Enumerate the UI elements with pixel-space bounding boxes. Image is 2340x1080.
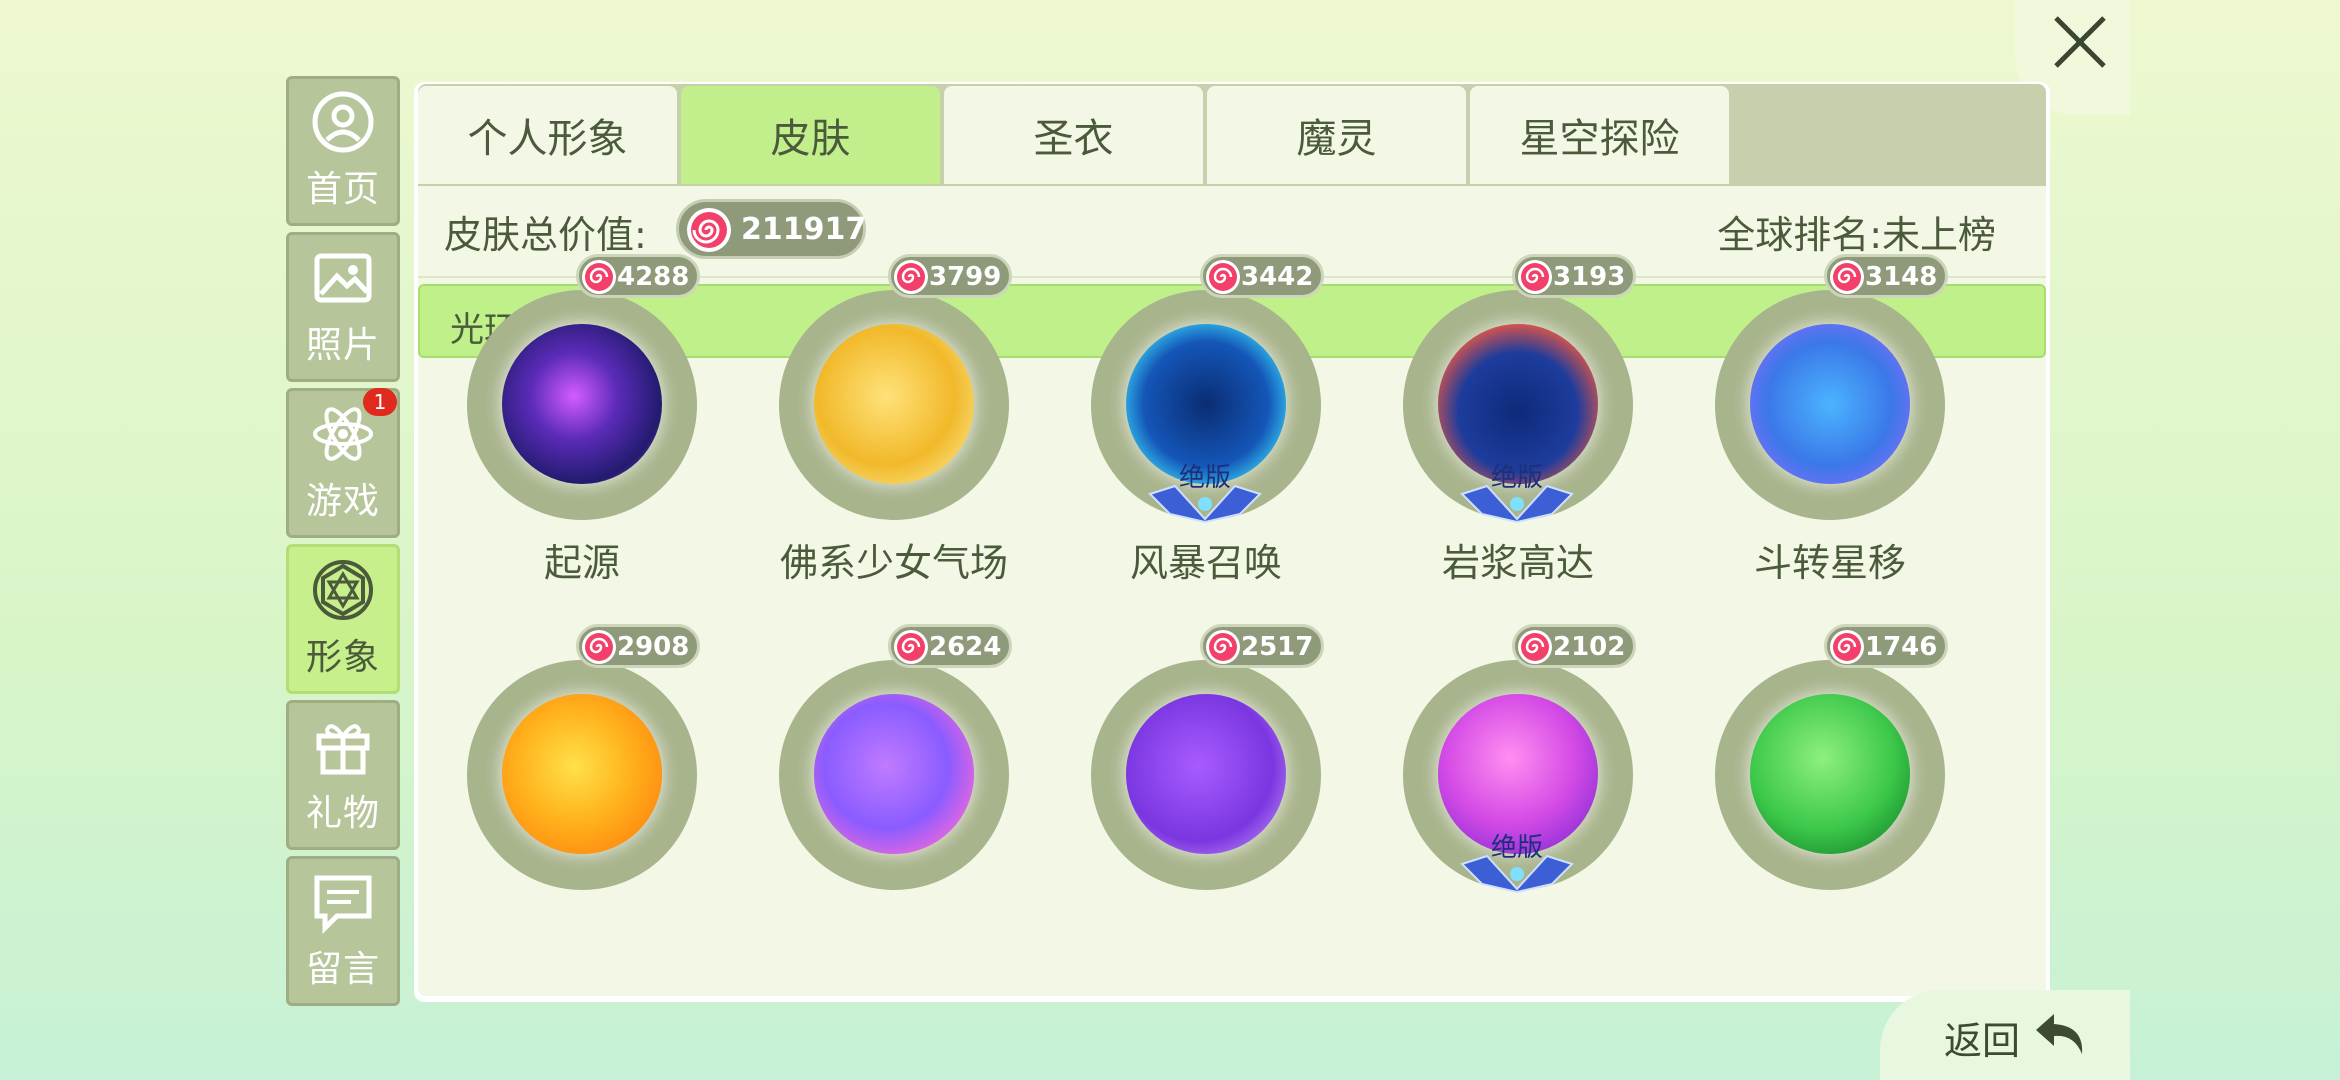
limited-label: 绝版 — [1491, 464, 1543, 493]
price-pill: 2624 — [888, 624, 1012, 668]
halo-orb-icon — [1438, 694, 1598, 854]
tab-bar: 个人形象 皮肤 圣衣 魔灵 星空探险 — [418, 86, 1733, 184]
tab-holy-cloth[interactable]: 圣衣 — [944, 86, 1203, 184]
candy-coin-icon — [1518, 260, 1552, 294]
return-button[interactable]: 返回 — [1944, 1010, 2020, 1065]
halo-name: 起源 — [543, 541, 620, 585]
price-pill: 3193 — [1512, 254, 1636, 298]
candy-coin-icon — [1830, 630, 1864, 664]
close-icon[interactable] — [2050, 12, 2110, 72]
candy-coin-icon — [894, 260, 928, 294]
price-pill: 2908 — [576, 624, 700, 668]
global-rank: 全球排名:未上榜 — [1717, 213, 1996, 257]
total-value-label: 皮肤总价值: — [444, 213, 647, 257]
tab-magic-spirit[interactable]: 魔灵 — [1207, 86, 1466, 184]
limited-label: 绝版 — [1179, 464, 1231, 493]
price-value: 2624 — [929, 632, 1002, 662]
halo-orb-icon — [502, 694, 662, 854]
price-value: 4288 — [617, 262, 690, 292]
price-pill: 1746 — [1824, 624, 1948, 668]
notification-badge: 1 — [363, 388, 397, 416]
return-arrow-icon[interactable] — [2032, 1004, 2090, 1062]
halo-orb-icon — [1750, 324, 1910, 484]
price-pill: 2102 — [1512, 624, 1636, 668]
photo-icon — [314, 253, 372, 303]
halo-item-magma-gundam[interactable]: 3193 绝版岩浆高达 — [1354, 254, 1636, 594]
sidebar-item-gifts[interactable]: 礼物 — [286, 700, 400, 850]
halo-item-sun-halo[interactable]: 2908 — [418, 624, 700, 964]
halo-orb-icon — [1438, 324, 1598, 484]
candy-coin-icon — [1206, 260, 1240, 294]
sidebar-item-label: 首页 — [305, 169, 380, 210]
candy-coin-icon — [1518, 630, 1552, 664]
price-value: 2908 — [617, 632, 690, 662]
halo-item-violet-halo[interactable]: 2624 — [730, 624, 1012, 964]
limited-label: 绝版 — [1491, 834, 1543, 863]
price-value: 3442 — [1241, 262, 1314, 292]
price-pill: 2517 — [1200, 624, 1324, 668]
sidebar-item-home[interactable]: 首页 — [286, 76, 400, 226]
sidebar-item-messages[interactable]: 留言 — [286, 856, 400, 1006]
candy-coin-icon — [582, 260, 616, 294]
candy-coin-icon — [687, 208, 731, 252]
sidebar-item-games[interactable]: 1 游戏 — [286, 388, 400, 538]
halo-orb-icon — [814, 694, 974, 854]
sidebar-item-label: 礼物 — [305, 793, 380, 834]
sidebar-item-label: 形象 — [305, 637, 380, 678]
sidebar: 首页 照片 1 游戏 形象 礼物 留言 — [286, 76, 401, 1012]
halo-orb-icon — [1750, 694, 1910, 854]
message-icon — [314, 875, 372, 934]
price-pill: 4288 — [576, 254, 700, 298]
price-value: 3193 — [1553, 262, 1626, 292]
halo-item-purple-bubble-halo[interactable]: 2517 — [1042, 624, 1324, 964]
price-pill: 3442 — [1200, 254, 1324, 298]
price-pill: 3148 — [1824, 254, 1948, 298]
limited-edition-badge: 绝版 — [1460, 464, 1574, 524]
halo-item-buddha-girl-aura[interactable]: 3799 佛系少女气场 — [730, 254, 1012, 594]
sidebar-item-label: 留言 — [305, 949, 380, 990]
sidebar-item-avatar[interactable]: 形象 — [286, 544, 400, 694]
sidebar-item-label: 游戏 — [305, 481, 380, 522]
limited-edition-badge: 绝版 — [1148, 464, 1262, 524]
halo-orb-icon — [1126, 694, 1286, 854]
halo-item-storm-summon[interactable]: 3442 绝版风暴召唤 — [1042, 254, 1324, 594]
tab-star-explore[interactable]: 星空探险 — [1470, 86, 1729, 184]
skin-content: 皮肤总价值: 211917 全球排名:未上榜 光环(70) 4288起源3799… — [418, 186, 2046, 996]
tab-skin[interactable]: 皮肤 — [681, 86, 940, 184]
candy-coin-icon — [1830, 260, 1864, 294]
price-value: 3148 — [1865, 262, 1938, 292]
halo-name: 风暴召唤 — [1129, 541, 1282, 585]
halo-item-green-halo[interactable]: 1746 — [1666, 624, 1948, 964]
halo-name: 岩浆高达 — [1441, 541, 1594, 585]
price-value: 2517 — [1241, 632, 1314, 662]
atom-icon — [313, 407, 373, 461]
total-value: 211917 — [741, 212, 867, 247]
price-value: 1746 — [1865, 632, 1938, 662]
price-value: 2102 — [1553, 632, 1626, 662]
halo-item-star-shift[interactable]: 3148 斗转星移 — [1666, 254, 1948, 594]
candy-coin-icon — [1206, 630, 1240, 664]
diamond-icon — [313, 560, 373, 620]
total-value-pill: 211917 — [676, 199, 866, 259]
limited-edition-badge: 绝版 — [1460, 834, 1574, 894]
halo-name: 斗转星移 — [1753, 541, 1906, 585]
halo-item-origin[interactable]: 4288 起源 — [418, 254, 700, 594]
price-value: 3799 — [929, 262, 1002, 292]
halo-orb-icon — [814, 324, 974, 484]
gift-icon — [316, 724, 370, 775]
halo-item-planet-ring-halo[interactable]: 2102 绝版 — [1354, 624, 1636, 964]
tab-personal-image[interactable]: 个人形象 — [418, 86, 677, 184]
sidebar-item-label: 照片 — [305, 325, 380, 366]
price-pill: 3799 — [888, 254, 1012, 298]
candy-coin-icon — [582, 630, 616, 664]
halo-orb-icon — [502, 324, 662, 484]
home-icon — [312, 91, 374, 153]
halo-name: 佛系少女气场 — [779, 541, 1008, 585]
sidebar-item-photos[interactable]: 照片 — [286, 232, 400, 382]
halo-orb-icon — [1126, 324, 1286, 484]
candy-coin-icon — [894, 630, 928, 664]
